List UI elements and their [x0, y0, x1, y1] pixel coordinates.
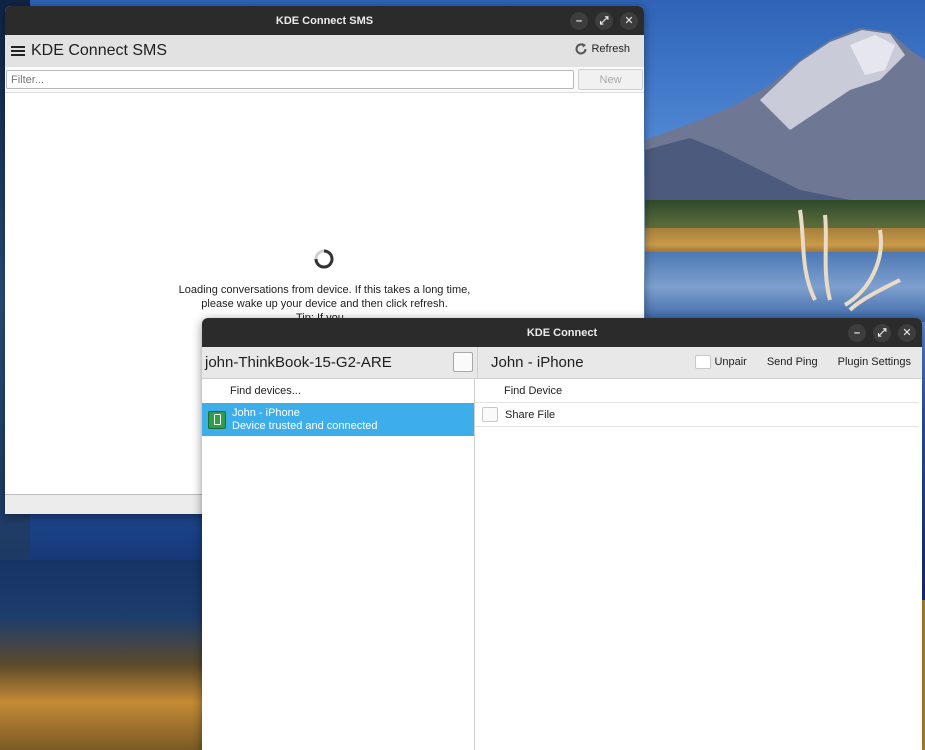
device-list-item[interactable]: John - iPhone Device trusted and connect… [202, 403, 474, 436]
filter-input[interactable] [6, 70, 575, 89]
kdeconnect-body: Find devices... John - iPhone Device tru… [202, 379, 922, 750]
maximize-button[interactable]: ⤢ [873, 324, 891, 342]
device-info: John - iPhone Device trusted and connect… [232, 407, 378, 433]
minimize-button[interactable]: – [570, 12, 588, 30]
wallpaper-grass [0, 560, 210, 750]
unpair-icon [695, 355, 712, 369]
kdeconnect-header: john-ThinkBook-15-G2-ARE John - iPhone U… [202, 347, 922, 379]
device-actions: Unpair Send Ping Plugin Settings [695, 355, 911, 369]
plugin-find-device[interactable]: Find Device [475, 379, 918, 403]
share-file-icon [482, 407, 498, 422]
loading-spinner-icon [314, 249, 334, 269]
close-icon: ✕ [624, 14, 634, 27]
host-header: john-ThinkBook-15-G2-ARE [202, 347, 478, 378]
kdeconnect-window: KDE Connect – ⤢ ✕ john-ThinkBook-15-G2-A… [202, 318, 922, 750]
refresh-label: Refresh [591, 43, 630, 55]
unpair-label: Unpair [714, 356, 747, 368]
kdeconnect-window-controls: – ⤢ ✕ [848, 324, 916, 342]
minimize-icon: – [853, 326, 861, 339]
app-title: KDE Connect SMS [31, 42, 168, 59]
sms-window-title: KDE Connect SMS [275, 14, 374, 27]
kdeconnect-titlebar[interactable]: KDE Connect – ⤢ ✕ [202, 318, 922, 347]
plugin-label: Share File [505, 408, 556, 421]
new-button[interactable]: New [578, 69, 643, 90]
plugin-list: Find Device Share File [475, 379, 922, 750]
device-status: Device trusted and connected [232, 419, 378, 432]
device-list: Find devices... John - iPhone Device tru… [202, 379, 475, 750]
refresh-icon [575, 43, 587, 55]
loading-line-1: Loading conversations from device. If th… [178, 284, 471, 296]
device-title: John - iPhone [491, 354, 584, 371]
sms-titlebar[interactable]: KDE Connect SMS – ⤢ ✕ [5, 6, 644, 35]
maximize-icon: ⤢ [599, 14, 609, 27]
smartphone-icon [208, 410, 226, 429]
unpair-button[interactable]: Unpair [695, 355, 747, 369]
kdeconnect-window-title: KDE Connect [526, 326, 598, 339]
hamburger-menu-icon[interactable] [11, 46, 25, 56]
loading-line-2: please wake up your device and then clic… [201, 298, 448, 310]
send-ping-button[interactable]: Send Ping [767, 356, 818, 368]
maximize-icon: ⤢ [877, 326, 887, 339]
find-devices-item[interactable]: Find devices... [202, 379, 474, 403]
sms-toolbar: KDE Connect SMS Refresh [5, 35, 644, 67]
sms-window-controls: – ⤢ ✕ [570, 12, 638, 30]
refresh-button[interactable]: Refresh [574, 42, 630, 56]
filter-row: New [5, 67, 644, 93]
maximize-button[interactable]: ⤢ [595, 12, 613, 30]
minimize-button[interactable]: – [848, 324, 866, 342]
host-name: john-ThinkBook-15-G2-ARE [205, 354, 392, 371]
close-button[interactable]: ✕ [898, 324, 916, 342]
device-name: John - iPhone [232, 406, 300, 419]
loading-message: Loading conversations from device. If th… [5, 283, 644, 311]
minimize-icon: – [575, 14, 583, 27]
plugin-settings-button[interactable]: Plugin Settings [838, 356, 911, 368]
device-header: John - iPhone Unpair Send Ping Plugin Se… [478, 347, 922, 378]
plugin-share-file[interactable]: Share File [475, 403, 918, 427]
close-button[interactable]: ✕ [620, 12, 638, 30]
close-icon: ✕ [902, 326, 912, 339]
rename-host-button[interactable] [453, 352, 473, 372]
plugin-label: Find Device [504, 384, 563, 397]
